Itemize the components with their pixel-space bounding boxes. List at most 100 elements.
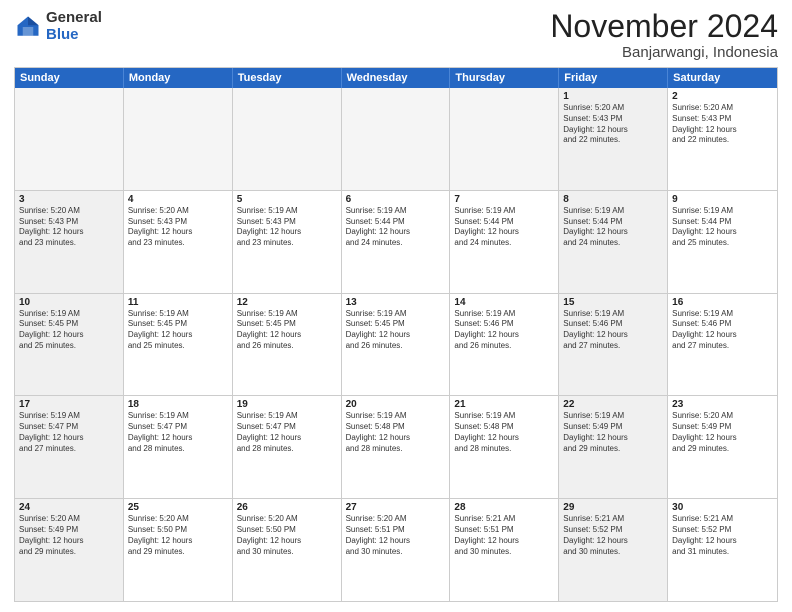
day-cell-14: 14Sunrise: 5:19 AM Sunset: 5:46 PM Dayli… — [450, 294, 559, 396]
calendar-row-1: 3Sunrise: 5:20 AM Sunset: 5:43 PM Daylig… — [15, 191, 777, 294]
day-number: 6 — [346, 194, 446, 205]
day-cell-23: 23Sunrise: 5:20 AM Sunset: 5:49 PM Dayli… — [668, 396, 777, 498]
day-cell-17: 17Sunrise: 5:19 AM Sunset: 5:47 PM Dayli… — [15, 396, 124, 498]
day-info: Sunrise: 5:19 AM Sunset: 5:45 PM Dayligh… — [237, 309, 337, 352]
day-number: 25 — [128, 502, 228, 513]
day-number: 3 — [19, 194, 119, 205]
day-cell-29: 29Sunrise: 5:21 AM Sunset: 5:52 PM Dayli… — [559, 499, 668, 601]
day-cell-27: 27Sunrise: 5:20 AM Sunset: 5:51 PM Dayli… — [342, 499, 451, 601]
title-block: November 2024 Banjarwangi, Indonesia — [550, 10, 778, 61]
day-cell-25: 25Sunrise: 5:20 AM Sunset: 5:50 PM Dayli… — [124, 499, 233, 601]
day-number: 15 — [563, 297, 663, 308]
day-cell-26: 26Sunrise: 5:20 AM Sunset: 5:50 PM Dayli… — [233, 499, 342, 601]
day-cell-7: 7Sunrise: 5:19 AM Sunset: 5:44 PM Daylig… — [450, 191, 559, 293]
header-day-wednesday: Wednesday — [342, 68, 451, 88]
day-cell-6: 6Sunrise: 5:19 AM Sunset: 5:44 PM Daylig… — [342, 191, 451, 293]
day-number: 13 — [346, 297, 446, 308]
header-day-friday: Friday — [559, 68, 668, 88]
calendar-header: SundayMondayTuesdayWednesdayThursdayFrid… — [15, 68, 777, 88]
day-number: 8 — [563, 194, 663, 205]
day-info: Sunrise: 5:19 AM Sunset: 5:46 PM Dayligh… — [672, 309, 773, 352]
calendar-row-4: 24Sunrise: 5:20 AM Sunset: 5:49 PM Dayli… — [15, 499, 777, 601]
header-day-sunday: Sunday — [15, 68, 124, 88]
header-day-monday: Monday — [124, 68, 233, 88]
day-number: 1 — [563, 91, 663, 102]
day-cell-22: 22Sunrise: 5:19 AM Sunset: 5:49 PM Dayli… — [559, 396, 668, 498]
day-cell-5: 5Sunrise: 5:19 AM Sunset: 5:43 PM Daylig… — [233, 191, 342, 293]
day-info: Sunrise: 5:20 AM Sunset: 5:43 PM Dayligh… — [563, 103, 663, 146]
day-cell-3: 3Sunrise: 5:20 AM Sunset: 5:43 PM Daylig… — [15, 191, 124, 293]
day-info: Sunrise: 5:19 AM Sunset: 5:46 PM Dayligh… — [563, 309, 663, 352]
day-info: Sunrise: 5:20 AM Sunset: 5:49 PM Dayligh… — [19, 514, 119, 557]
day-cell-9: 9Sunrise: 5:19 AM Sunset: 5:44 PM Daylig… — [668, 191, 777, 293]
day-number: 27 — [346, 502, 446, 513]
day-cell-18: 18Sunrise: 5:19 AM Sunset: 5:47 PM Dayli… — [124, 396, 233, 498]
day-info: Sunrise: 5:19 AM Sunset: 5:44 PM Dayligh… — [454, 206, 554, 249]
header-day-tuesday: Tuesday — [233, 68, 342, 88]
calendar-row-2: 10Sunrise: 5:19 AM Sunset: 5:45 PM Dayli… — [15, 294, 777, 397]
day-cell-19: 19Sunrise: 5:19 AM Sunset: 5:47 PM Dayli… — [233, 396, 342, 498]
day-cell-28: 28Sunrise: 5:21 AM Sunset: 5:51 PM Dayli… — [450, 499, 559, 601]
day-number: 21 — [454, 399, 554, 410]
day-cell-21: 21Sunrise: 5:19 AM Sunset: 5:48 PM Dayli… — [450, 396, 559, 498]
day-info: Sunrise: 5:19 AM Sunset: 5:44 PM Dayligh… — [346, 206, 446, 249]
day-info: Sunrise: 5:19 AM Sunset: 5:45 PM Dayligh… — [19, 309, 119, 352]
day-info: Sunrise: 5:20 AM Sunset: 5:43 PM Dayligh… — [672, 103, 773, 146]
day-cell-13: 13Sunrise: 5:19 AM Sunset: 5:45 PM Dayli… — [342, 294, 451, 396]
calendar-row-0: 1Sunrise: 5:20 AM Sunset: 5:43 PM Daylig… — [15, 88, 777, 191]
day-cell-10: 10Sunrise: 5:19 AM Sunset: 5:45 PM Dayli… — [15, 294, 124, 396]
logo-blue-label: Blue — [46, 27, 102, 44]
day-info: Sunrise: 5:19 AM Sunset: 5:44 PM Dayligh… — [563, 206, 663, 249]
day-number: 4 — [128, 194, 228, 205]
day-number: 14 — [454, 297, 554, 308]
header-day-thursday: Thursday — [450, 68, 559, 88]
day-cell-2: 2Sunrise: 5:20 AM Sunset: 5:43 PM Daylig… — [668, 88, 777, 190]
day-number: 23 — [672, 399, 773, 410]
day-cell-4: 4Sunrise: 5:20 AM Sunset: 5:43 PM Daylig… — [124, 191, 233, 293]
calendar: SundayMondayTuesdayWednesdayThursdayFrid… — [14, 67, 778, 602]
empty-cell-0-3 — [342, 88, 451, 190]
logo-icon — [14, 13, 42, 41]
day-number: 22 — [563, 399, 663, 410]
day-cell-8: 8Sunrise: 5:19 AM Sunset: 5:44 PM Daylig… — [559, 191, 668, 293]
month-title: November 2024 — [550, 10, 778, 42]
day-info: Sunrise: 5:19 AM Sunset: 5:48 PM Dayligh… — [454, 411, 554, 454]
day-info: Sunrise: 5:19 AM Sunset: 5:46 PM Dayligh… — [454, 309, 554, 352]
day-cell-16: 16Sunrise: 5:19 AM Sunset: 5:46 PM Dayli… — [668, 294, 777, 396]
day-info: Sunrise: 5:19 AM Sunset: 5:45 PM Dayligh… — [128, 309, 228, 352]
day-number: 5 — [237, 194, 337, 205]
day-number: 2 — [672, 91, 773, 102]
day-info: Sunrise: 5:20 AM Sunset: 5:49 PM Dayligh… — [672, 411, 773, 454]
location: Banjarwangi, Indonesia — [550, 44, 778, 61]
day-number: 16 — [672, 297, 773, 308]
day-info: Sunrise: 5:21 AM Sunset: 5:52 PM Dayligh… — [563, 514, 663, 557]
empty-cell-0-4 — [450, 88, 559, 190]
day-info: Sunrise: 5:20 AM Sunset: 5:50 PM Dayligh… — [128, 514, 228, 557]
logo: General Blue — [14, 10, 102, 43]
day-number: 12 — [237, 297, 337, 308]
day-cell-11: 11Sunrise: 5:19 AM Sunset: 5:45 PM Dayli… — [124, 294, 233, 396]
day-number: 26 — [237, 502, 337, 513]
day-info: Sunrise: 5:19 AM Sunset: 5:47 PM Dayligh… — [237, 411, 337, 454]
header: General Blue November 2024 Banjarwangi, … — [14, 10, 778, 61]
logo-general-label: General — [46, 10, 102, 27]
calendar-body: 1Sunrise: 5:20 AM Sunset: 5:43 PM Daylig… — [15, 88, 777, 601]
day-cell-1: 1Sunrise: 5:20 AM Sunset: 5:43 PM Daylig… — [559, 88, 668, 190]
empty-cell-0-1 — [124, 88, 233, 190]
day-number: 28 — [454, 502, 554, 513]
day-info: Sunrise: 5:20 AM Sunset: 5:43 PM Dayligh… — [19, 206, 119, 249]
day-info: Sunrise: 5:20 AM Sunset: 5:51 PM Dayligh… — [346, 514, 446, 557]
day-info: Sunrise: 5:19 AM Sunset: 5:44 PM Dayligh… — [672, 206, 773, 249]
day-number: 11 — [128, 297, 228, 308]
day-number: 17 — [19, 399, 119, 410]
day-cell-24: 24Sunrise: 5:20 AM Sunset: 5:49 PM Dayli… — [15, 499, 124, 601]
day-info: Sunrise: 5:19 AM Sunset: 5:49 PM Dayligh… — [563, 411, 663, 454]
day-number: 9 — [672, 194, 773, 205]
day-info: Sunrise: 5:19 AM Sunset: 5:45 PM Dayligh… — [346, 309, 446, 352]
day-info: Sunrise: 5:19 AM Sunset: 5:47 PM Dayligh… — [128, 411, 228, 454]
day-info: Sunrise: 5:19 AM Sunset: 5:47 PM Dayligh… — [19, 411, 119, 454]
day-cell-15: 15Sunrise: 5:19 AM Sunset: 5:46 PM Dayli… — [559, 294, 668, 396]
page: General Blue November 2024 Banjarwangi, … — [0, 0, 792, 612]
day-cell-20: 20Sunrise: 5:19 AM Sunset: 5:48 PM Dayli… — [342, 396, 451, 498]
day-info: Sunrise: 5:21 AM Sunset: 5:52 PM Dayligh… — [672, 514, 773, 557]
